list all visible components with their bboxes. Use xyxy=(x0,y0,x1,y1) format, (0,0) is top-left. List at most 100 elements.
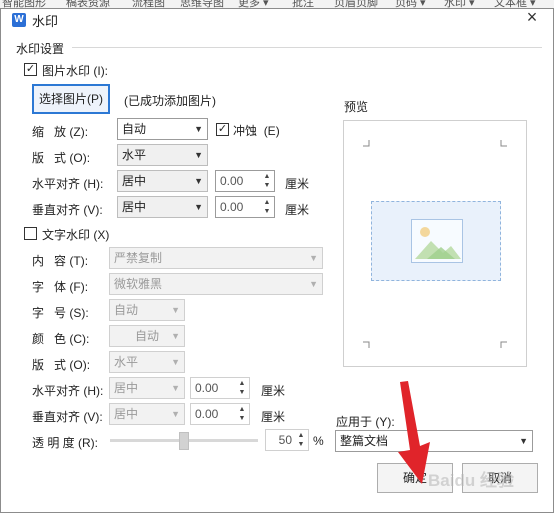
size-a: 字 xyxy=(32,306,45,320)
font-b: 体 xyxy=(54,280,67,294)
picture-halign-offset[interactable]: 0.00 ▲ ▼ xyxy=(215,170,275,192)
halign-text: 水平对齐 xyxy=(32,177,81,191)
spinner-arrows-icon[interactable]: ▲ ▼ xyxy=(261,172,273,190)
thalign-offset-value: 0.00 xyxy=(195,381,219,395)
opacity-input[interactable]: 50 ▲ ▼ xyxy=(265,429,309,451)
opacity-key: (R): xyxy=(78,436,99,450)
picture-valign-value: 居中 xyxy=(122,200,147,214)
washout-text: 冲蚀 xyxy=(233,124,258,138)
size-b: 号 xyxy=(54,306,67,320)
ribbon-item[interactable]: 水印 ▾ xyxy=(444,0,475,8)
wps-app-icon: W xyxy=(12,13,26,27)
picture-layout-select[interactable]: 水平 ▼ xyxy=(117,144,208,166)
picture-halign-select[interactable]: 居中 ▼ xyxy=(117,170,208,192)
tvalign-key: (V): xyxy=(83,410,103,424)
chevron-down-icon: ▼ xyxy=(194,150,203,160)
ribbon-item[interactable]: 批注 xyxy=(292,0,314,8)
preview-label: 预览 xyxy=(344,100,369,114)
washout-label: 冲蚀 (E) xyxy=(233,122,280,139)
opacity-unit: % xyxy=(313,434,324,448)
text-layout-select[interactable]: 水平 ▼ xyxy=(109,351,185,373)
scale-select[interactable]: 自动 ▼ xyxy=(117,118,208,140)
size-value: 自动 xyxy=(114,303,139,317)
color-select[interactable]: 自动 ▼ xyxy=(109,325,185,347)
tlayout-b: 式 xyxy=(54,358,67,372)
picture-valign-offset[interactable]: 0.00 ▲ ▼ xyxy=(215,196,275,218)
opacity-label: 透 明 度 (R): xyxy=(32,434,98,451)
picture-valign-label: 垂直对齐 (V): xyxy=(32,201,103,218)
select-picture-button[interactable]: 选择图片(P) xyxy=(32,84,110,114)
text-halign-select[interactable]: 居中 ▼ xyxy=(109,377,185,399)
picture-watermark-key: (I): xyxy=(93,64,109,78)
picture-watermark-checkbox[interactable]: ✓ xyxy=(24,63,37,76)
chevron-down-icon: ▼ xyxy=(171,383,180,393)
text-valign-select[interactable]: 居中 ▼ xyxy=(109,403,185,425)
picture-valign-select[interactable]: 居中 ▼ xyxy=(117,196,208,218)
opacity-slider-handle[interactable] xyxy=(179,432,189,450)
spinner-arrows-icon[interactable]: ▲ ▼ xyxy=(236,379,248,397)
tvalign-unit: 厘米 xyxy=(261,410,286,424)
washout-checkbox[interactable]: ✓ xyxy=(216,123,229,136)
text-watermark-checkbox[interactable] xyxy=(24,227,37,240)
thalign-text: 水平对齐 xyxy=(32,384,81,398)
picture-halign-value: 居中 xyxy=(122,174,147,188)
chevron-down-icon: ▼ xyxy=(171,357,180,367)
ribbon-item[interactable]: 页码 ▾ xyxy=(395,0,426,8)
text-watermark-key: (X) xyxy=(93,228,110,242)
chevron-down-icon: ▼ xyxy=(171,331,180,341)
text-valign-value: 居中 xyxy=(114,407,139,421)
baidu-watermark: Baidu 经验 xyxy=(428,471,514,490)
picture-layout-label: 版 式 (O): xyxy=(32,149,90,166)
layout-b: 式 xyxy=(54,151,67,165)
picture-watermark-label: 图片水印 (I): xyxy=(42,62,108,79)
text-watermark-text: 文字水印 xyxy=(42,228,91,242)
ribbon-item[interactable]: 稿表资源 xyxy=(66,0,110,8)
spinner-arrows-icon[interactable]: ▲ ▼ xyxy=(236,405,248,423)
text-halign-value: 居中 xyxy=(114,381,139,395)
layout-key: (O): xyxy=(69,151,91,165)
ribbon-strip: 智能图形 稿表资源 流程图 思维导图 更多 ▾ 批注 页眉页脚 页码 ▾ 水印 … xyxy=(0,0,554,8)
size-select[interactable]: 自动 ▼ xyxy=(109,299,185,321)
ribbon-item[interactable]: 思维导图 xyxy=(180,0,224,8)
content-select[interactable]: 严禁复制 ▼ xyxy=(109,247,323,269)
text-halign-offset[interactable]: 0.00 ▲ ▼ xyxy=(190,377,250,399)
chevron-down-icon: ▼ xyxy=(194,176,203,186)
ribbon-item[interactable]: 更多 ▾ xyxy=(238,0,269,8)
select-picture-key: (P) xyxy=(87,92,103,106)
halign-offset-value: 0.00 xyxy=(220,174,244,188)
ribbon-item[interactable]: 智能图形 xyxy=(2,0,46,8)
group-title: 水印设置 xyxy=(16,42,65,56)
text-valign-offset[interactable]: 0.00 ▲ ▼ xyxy=(190,403,250,425)
font-value: 微软雅黑 xyxy=(114,277,163,291)
font-a: 字 xyxy=(32,280,45,294)
picture-added-status: (已成功添加图片) xyxy=(124,94,216,108)
picture-layout-value: 水平 xyxy=(122,148,147,162)
font-select[interactable]: 微软雅黑 ▼ xyxy=(109,273,323,295)
layout-a: 版 xyxy=(32,151,45,165)
ribbon-item[interactable]: 流程图 xyxy=(132,0,165,8)
content-label: 内 容 (T): xyxy=(32,252,88,269)
scale-key: (Z): xyxy=(69,125,89,139)
content-value: 严禁复制 xyxy=(114,251,163,265)
tlayout-key: (O): xyxy=(69,358,91,372)
chevron-down-icon: ▼ xyxy=(519,436,528,446)
spinner-arrows-icon[interactable]: ▲ ▼ xyxy=(295,431,307,449)
ribbon-item[interactable]: 页眉页脚 xyxy=(334,0,378,8)
chevron-down-icon: ▼ xyxy=(194,124,203,134)
scale-label: 缩 放 (Z): xyxy=(32,123,88,140)
color-b: 色 xyxy=(54,332,67,346)
font-label: 字 体 (F): xyxy=(32,278,88,295)
chevron-down-icon: ▼ xyxy=(309,279,318,289)
content-b: 容 xyxy=(54,254,67,268)
close-icon[interactable]: × xyxy=(522,8,542,28)
group-divider xyxy=(72,47,542,48)
scale-label-b: 放 xyxy=(54,125,67,139)
chevron-down-icon: ▼ xyxy=(171,409,180,419)
apply-value: 整篇文档 xyxy=(340,434,389,448)
picture-halign-label: 水平对齐 (H): xyxy=(32,175,103,192)
apply-text: 应用于 xyxy=(336,415,373,429)
valign-offset-value: 0.00 xyxy=(220,200,244,214)
spinner-arrows-icon[interactable]: ▲ ▼ xyxy=(261,198,273,216)
valign-key: (V): xyxy=(83,203,103,217)
color-value: 自动 xyxy=(134,329,159,343)
